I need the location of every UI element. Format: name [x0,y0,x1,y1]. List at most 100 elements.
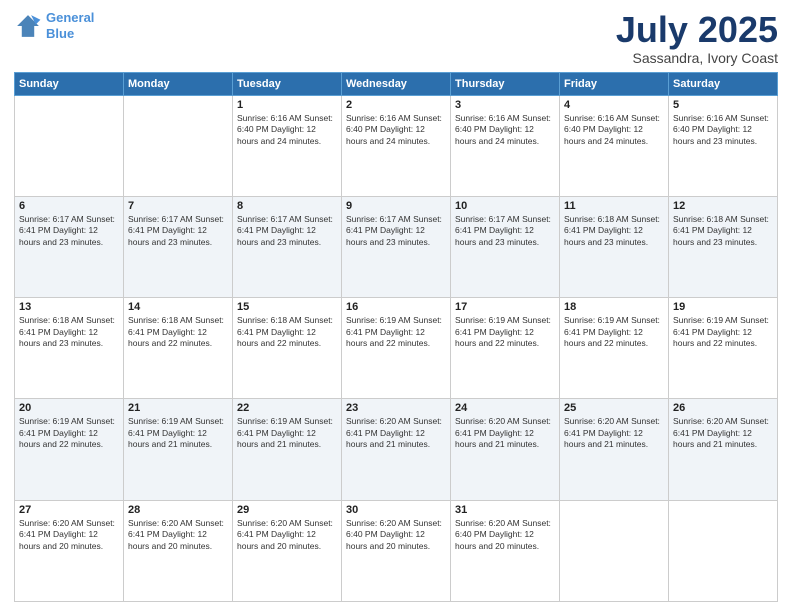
cell-text: Sunrise: 6:19 AM Sunset: 6:41 PM Dayligh… [128,416,228,450]
day-number: 24 [455,402,555,414]
day-number: 10 [455,200,555,212]
cell-text: Sunrise: 6:18 AM Sunset: 6:41 PM Dayligh… [19,315,119,349]
cell-text: Sunrise: 6:17 AM Sunset: 6:41 PM Dayligh… [128,214,228,248]
day-number: 20 [19,402,119,414]
day-number: 2 [346,99,446,111]
col-monday: Monday [124,72,233,95]
day-number: 17 [455,301,555,313]
table-row: 12 Sunrise: 6:18 AM Sunset: 6:41 PM Dayli… [669,196,778,297]
cell-text: Sunrise: 6:20 AM Sunset: 6:41 PM Dayligh… [346,416,446,450]
calendar-header-row: Sunday Monday Tuesday Wednesday Thursday… [15,72,778,95]
cell-text: Sunrise: 6:19 AM Sunset: 6:41 PM Dayligh… [346,315,446,349]
table-row: 8 Sunrise: 6:17 AM Sunset: 6:41 PM Daylig… [233,196,342,297]
day-number: 23 [346,402,446,414]
table-row: 13 Sunrise: 6:18 AM Sunset: 6:41 PM Dayli… [15,298,124,399]
cell-text: Sunrise: 6:19 AM Sunset: 6:41 PM Dayligh… [455,315,555,349]
table-row: 18Sunrise: 6:19 AM Sunset: 6:41 PM Dayli… [560,298,669,399]
day-number: 11 [564,200,664,212]
day-number: 30 [346,504,446,516]
table-row: 20 Sunrise: 6:19 AM Sunset: 6:41 PM Dayli… [15,399,124,500]
cell-text: Sunrise: 6:20 AM Sunset: 6:41 PM Dayligh… [237,518,337,552]
cell-text: Sunrise: 6:20 AM Sunset: 6:41 PM Dayligh… [564,416,664,450]
cell-text: Sunrise: 6:19 AM Sunset: 6:41 PM Dayligh… [19,416,119,450]
cell-text: Sunrise: 6:19 AM Sunset: 6:41 PM Dayligh… [673,315,773,349]
cell-text: Sunrise: 6:17 AM Sunset: 6:41 PM Dayligh… [237,214,337,248]
cell-text: Sunrise: 6:20 AM Sunset: 6:41 PM Dayligh… [128,518,228,552]
col-saturday: Saturday [669,72,778,95]
table-row: 10 Sunrise: 6:17 AM Sunset: 6:41 PM Dayli… [451,196,560,297]
calendar-table: Sunday Monday Tuesday Wednesday Thursday… [14,72,778,602]
table-row: 26Sunrise: 6:20 AM Sunset: 6:41 PM Dayli… [669,399,778,500]
day-number: 25 [564,402,664,414]
day-number: 28 [128,504,228,516]
table-row [560,500,669,601]
day-number: 8 [237,200,337,212]
table-row: 11 Sunrise: 6:18 AM Sunset: 6:41 PM Dayli… [560,196,669,297]
table-row: 28 Sunrise: 6:20 AM Sunset: 6:41 PM Dayli… [124,500,233,601]
table-row: 30 Sunrise: 6:20 AM Sunset: 6:40 PM Dayli… [342,500,451,601]
day-number: 4 [564,99,664,111]
calendar-week-row: 20 Sunrise: 6:19 AM Sunset: 6:41 PM Dayli… [15,399,778,500]
day-number: 29 [237,504,337,516]
day-number: 1 [237,99,337,111]
day-number: 19 [673,301,773,313]
col-thursday: Thursday [451,72,560,95]
day-number: 12 [673,200,773,212]
title-block: July 2025 Sassandra, Ivory Coast [616,10,778,66]
cell-text: Sunrise: 6:19 AM Sunset: 6:41 PM Dayligh… [237,416,337,450]
day-number: 31 [455,504,555,516]
table-row: 16Sunrise: 6:19 AM Sunset: 6:41 PM Dayli… [342,298,451,399]
cell-text: Sunrise: 6:17 AM Sunset: 6:41 PM Dayligh… [346,214,446,248]
calendar-week-row: 6 Sunrise: 6:17 AM Sunset: 6:41 PM Daylig… [15,196,778,297]
cell-text: Sunrise: 6:18 AM Sunset: 6:41 PM Dayligh… [564,214,664,248]
table-row: 2Sunrise: 6:16 AM Sunset: 6:40 PM Daylig… [342,95,451,196]
day-number: 27 [19,504,119,516]
cell-text: Sunrise: 6:16 AM Sunset: 6:40 PM Dayligh… [237,113,337,147]
cell-text: Sunrise: 6:17 AM Sunset: 6:41 PM Dayligh… [19,214,119,248]
day-number: 9 [346,200,446,212]
day-number: 13 [19,301,119,313]
page: General Blue July 2025 Sassandra, Ivory … [0,0,792,612]
col-sunday: Sunday [15,72,124,95]
month-title: July 2025 [616,10,778,50]
calendar-week-row: 13 Sunrise: 6:18 AM Sunset: 6:41 PM Dayli… [15,298,778,399]
cell-text: Sunrise: 6:20 AM Sunset: 6:40 PM Dayligh… [455,518,555,552]
table-row: 14 Sunrise: 6:18 AM Sunset: 6:41 PM Dayli… [124,298,233,399]
table-row: 27 Sunrise: 6:20 AM Sunset: 6:41 PM Dayli… [15,500,124,601]
table-row: 24 Sunrise: 6:20 AM Sunset: 6:41 PM Dayli… [451,399,560,500]
calendar-week-row: 27 Sunrise: 6:20 AM Sunset: 6:41 PM Dayli… [15,500,778,601]
day-number: 26 [673,402,773,414]
table-row: 23 Sunrise: 6:20 AM Sunset: 6:41 PM Dayli… [342,399,451,500]
logo: General Blue [14,10,94,41]
col-friday: Friday [560,72,669,95]
col-tuesday: Tuesday [233,72,342,95]
cell-text: Sunrise: 6:18 AM Sunset: 6:41 PM Dayligh… [673,214,773,248]
cell-text: Sunrise: 6:18 AM Sunset: 6:41 PM Dayligh… [128,315,228,349]
table-row: 22Sunrise: 6:19 AM Sunset: 6:41 PM Dayli… [233,399,342,500]
table-row: 4 Sunrise: 6:16 AM Sunset: 6:40 PM Daylig… [560,95,669,196]
cell-text: Sunrise: 6:16 AM Sunset: 6:40 PM Dayligh… [455,113,555,147]
cell-text: Sunrise: 6:20 AM Sunset: 6:40 PM Dayligh… [346,518,446,552]
cell-text: Sunrise: 6:16 AM Sunset: 6:40 PM Dayligh… [564,113,664,147]
table-row [15,95,124,196]
cell-text: Sunrise: 6:16 AM Sunset: 6:40 PM Dayligh… [673,113,773,147]
cell-text: Sunrise: 6:17 AM Sunset: 6:41 PM Dayligh… [455,214,555,248]
logo-text: General Blue [46,10,94,41]
day-number: 5 [673,99,773,111]
table-row: 17 Sunrise: 6:19 AM Sunset: 6:41 PM Dayli… [451,298,560,399]
cell-text: Sunrise: 6:20 AM Sunset: 6:41 PM Dayligh… [455,416,555,450]
day-number: 14 [128,301,228,313]
day-number: 15 [237,301,337,313]
calendar-week-row: 1 Sunrise: 6:16 AM Sunset: 6:40 PM Daylig… [15,95,778,196]
logo-icon [14,12,42,40]
table-row: 5 Sunrise: 6:16 AM Sunset: 6:40 PM Daylig… [669,95,778,196]
table-row [669,500,778,601]
cell-text: Sunrise: 6:20 AM Sunset: 6:41 PM Dayligh… [19,518,119,552]
table-row: 1 Sunrise: 6:16 AM Sunset: 6:40 PM Daylig… [233,95,342,196]
location: Sassandra, Ivory Coast [616,50,778,66]
day-number: 3 [455,99,555,111]
day-number: 6 [19,200,119,212]
table-row: 19 Sunrise: 6:19 AM Sunset: 6:41 PM Dayli… [669,298,778,399]
table-row: 21Sunrise: 6:19 AM Sunset: 6:41 PM Dayli… [124,399,233,500]
table-row: 15Sunrise: 6:18 AM Sunset: 6:41 PM Dayli… [233,298,342,399]
